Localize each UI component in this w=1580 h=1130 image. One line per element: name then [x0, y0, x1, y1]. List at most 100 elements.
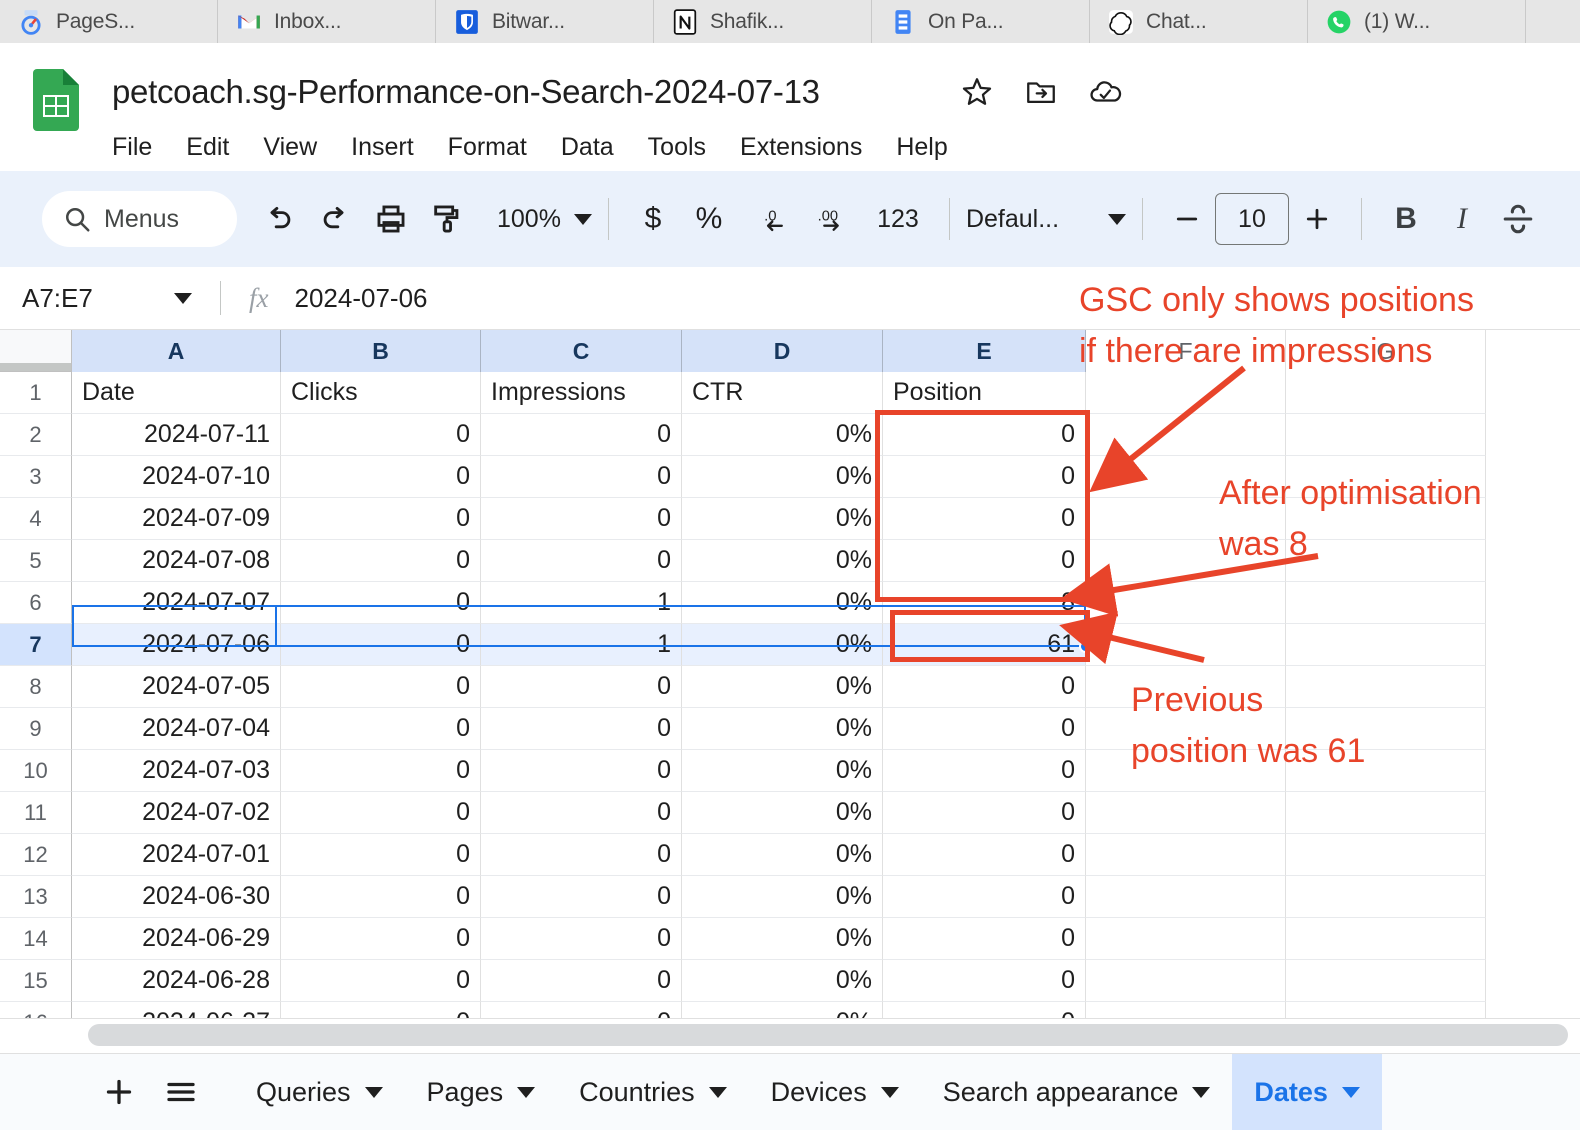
sheet-tab-queries[interactable]: Queries — [234, 1054, 405, 1130]
formula-input[interactable]: 2024-07-06 — [295, 283, 428, 314]
column-header-F[interactable]: F — [1086, 330, 1286, 372]
cell-F11[interactable] — [1086, 792, 1286, 834]
add-sheet-button[interactable] — [88, 1061, 150, 1123]
row-header-16[interactable]: 16 — [0, 1002, 72, 1018]
cell-C4[interactable]: 0 — [481, 498, 682, 540]
cell-D3[interactable]: 0% — [682, 456, 883, 498]
cell-G10[interactable] — [1286, 750, 1486, 792]
cell-A16[interactable]: 2024-06-27 — [72, 1002, 281, 1018]
browser-tab[interactable]: Chat... — [1090, 0, 1308, 43]
print-button[interactable] — [363, 191, 419, 247]
row-header-3[interactable]: 3 — [0, 456, 72, 498]
row-header-9[interactable]: 9 — [0, 708, 72, 750]
page-title[interactable]: petcoach.sg-Performance-on-Search-2024-0… — [112, 73, 820, 111]
column-header-E[interactable]: E — [883, 330, 1086, 372]
cell-E14[interactable]: 0 — [883, 918, 1086, 960]
cell-E5[interactable]: 0 — [883, 540, 1086, 582]
cell-A14[interactable]: 2024-06-29 — [72, 918, 281, 960]
row-header-14[interactable]: 14 — [0, 918, 72, 960]
cell-D9[interactable]: 0% — [682, 708, 883, 750]
cell-G1[interactable] — [1286, 372, 1486, 414]
cell-G15[interactable] — [1286, 960, 1486, 1002]
cell-D16[interactable]: 0% — [682, 1002, 883, 1018]
cell-G5[interactable] — [1286, 540, 1486, 582]
cell-G11[interactable] — [1286, 792, 1486, 834]
menu-item-extensions[interactable]: Extensions — [723, 133, 879, 162]
row-header-2[interactable]: 2 — [0, 414, 72, 456]
cell-E10[interactable]: 0 — [883, 750, 1086, 792]
browser-tab[interactable]: Shafik... — [654, 0, 872, 43]
name-box-chevron-down-icon[interactable] — [174, 292, 192, 304]
cell-F5[interactable] — [1086, 540, 1286, 582]
cell-F3[interactable] — [1086, 456, 1286, 498]
cell-B16[interactable]: 0 — [281, 1002, 481, 1018]
cell-C14[interactable]: 0 — [481, 918, 682, 960]
cell-B9[interactable]: 0 — [281, 708, 481, 750]
cell-F8[interactable] — [1086, 666, 1286, 708]
cell-G2[interactable] — [1286, 414, 1486, 456]
column-header-G[interactable]: G — [1286, 330, 1486, 372]
cell-F9[interactable] — [1086, 708, 1286, 750]
menu-item-data[interactable]: Data — [544, 133, 631, 162]
cell-B6[interactable]: 0 — [281, 582, 481, 624]
cell-E11[interactable]: 0 — [883, 792, 1086, 834]
row-header-13[interactable]: 13 — [0, 876, 72, 918]
cell-E13[interactable]: 0 — [883, 876, 1086, 918]
cell-C9[interactable]: 0 — [481, 708, 682, 750]
cell-G7[interactable] — [1286, 624, 1486, 666]
spreadsheet-grid[interactable]: ABCDEFG 12345678910111213141516 DateClic… — [0, 330, 1580, 1018]
column-header-A[interactable]: A — [72, 330, 281, 372]
cell-F14[interactable] — [1086, 918, 1286, 960]
cell-B2[interactable]: 0 — [281, 414, 481, 456]
percent-format-button[interactable]: % — [681, 191, 737, 247]
cell-A10[interactable]: 2024-07-03 — [72, 750, 281, 792]
cell-C10[interactable]: 0 — [481, 750, 682, 792]
row-header-6[interactable]: 6 — [0, 582, 72, 624]
cloud-saved-icon[interactable] — [1088, 75, 1122, 109]
redo-button[interactable] — [307, 191, 363, 247]
cell-E6[interactable]: 8 — [883, 582, 1086, 624]
zoom-dropdown[interactable]: 100% — [497, 205, 592, 234]
cell-D14[interactable]: 0% — [682, 918, 883, 960]
select-all-corner[interactable] — [0, 330, 72, 372]
currency-format-button[interactable]: $ — [625, 191, 681, 247]
cell-G4[interactable] — [1286, 498, 1486, 540]
menu-item-format[interactable]: Format — [431, 133, 544, 162]
cell-C6[interactable]: 1 — [481, 582, 682, 624]
cell-F16[interactable] — [1086, 1002, 1286, 1018]
font-size-input[interactable]: 10 — [1214, 193, 1289, 245]
cell-F4[interactable] — [1086, 498, 1286, 540]
cell-D13[interactable]: 0% — [682, 876, 883, 918]
cell-B4[interactable]: 0 — [281, 498, 481, 540]
row-header-12[interactable]: 12 — [0, 834, 72, 876]
cell-E4[interactable]: 0 — [883, 498, 1086, 540]
cell-E3[interactable]: 0 — [883, 456, 1086, 498]
cell-B13[interactable]: 0 — [281, 876, 481, 918]
cell-F6[interactable] — [1086, 582, 1286, 624]
cell-B1[interactable]: Clicks — [281, 372, 481, 414]
cell-G13[interactable] — [1286, 876, 1486, 918]
row-header-8[interactable]: 8 — [0, 666, 72, 708]
chevron-down-icon[interactable] — [1341, 1086, 1360, 1098]
cell-E12[interactable]: 0 — [883, 834, 1086, 876]
cell-G6[interactable] — [1286, 582, 1486, 624]
cell-F2[interactable] — [1086, 414, 1286, 456]
cell-F15[interactable] — [1086, 960, 1286, 1002]
row-header-1[interactable]: 1 — [0, 372, 72, 414]
paint-format-button[interactable] — [419, 191, 475, 247]
row-header-5[interactable]: 5 — [0, 540, 72, 582]
menu-item-tools[interactable]: Tools — [631, 133, 723, 162]
font-family-dropdown[interactable]: Defaul... — [966, 205, 1126, 234]
browser-tab[interactable]: On Pa... — [872, 0, 1090, 43]
menu-item-edit[interactable]: Edit — [169, 133, 246, 162]
cell-G8[interactable] — [1286, 666, 1486, 708]
more-formats-button[interactable]: 123 — [863, 191, 933, 247]
undo-button[interactable] — [251, 191, 307, 247]
cell-F7[interactable] — [1086, 624, 1286, 666]
column-header-B[interactable]: B — [281, 330, 481, 372]
cell-C15[interactable]: 0 — [481, 960, 682, 1002]
cell-C11[interactable]: 0 — [481, 792, 682, 834]
cell-A12[interactable]: 2024-07-01 — [72, 834, 281, 876]
cell-C12[interactable]: 0 — [481, 834, 682, 876]
increase-decimal-button[interactable]: .00 — [807, 191, 863, 247]
